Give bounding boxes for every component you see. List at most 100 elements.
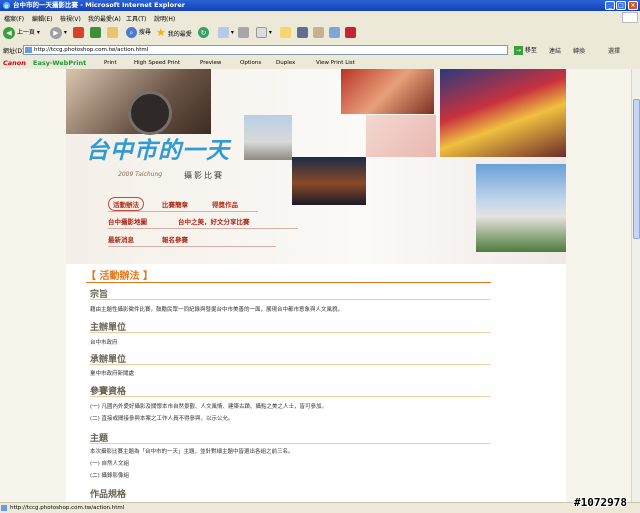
- nav-essay-contest[interactable]: 台中之美，好文分享比賽: [178, 216, 250, 226]
- print-option[interactable]: Print: [104, 60, 117, 66]
- bookmark-button[interactable]: [345, 26, 356, 40]
- back-button[interactable]: ◀ 上一頁 ▾: [3, 26, 40, 40]
- folder-icon: [280, 27, 291, 38]
- preview-option[interactable]: Preview: [200, 60, 221, 66]
- page-title: 【 活動辦法 】: [86, 271, 153, 282]
- refresh-button[interactable]: [90, 26, 101, 40]
- city-hall-image: [476, 164, 566, 252]
- nav-photo-map[interactable]: 台中攝影地圖: [108, 216, 147, 226]
- section-divider: [90, 443, 490, 444]
- tool-button[interactable]: [329, 26, 340, 40]
- canon-brand: Canon: [3, 59, 26, 67]
- night-pavilion-image: [292, 157, 366, 205]
- search-button[interactable]: ⌕ 搜尋: [126, 26, 151, 40]
- eligibility-line-2: (二) 直接或間接參與本案之工作人員不得參與，以示公允。: [90, 416, 234, 422]
- maximize-button[interactable]: □: [616, 1, 626, 10]
- scrollbar-thumb[interactable]: [633, 99, 640, 239]
- logo-subtitle: 攝影比賽: [184, 171, 224, 180]
- site-logo: 台中市的一天: [86, 137, 230, 164]
- print-button[interactable]: [238, 26, 249, 40]
- address-url: http://tccg.photoshop.com.tw/action.html: [34, 47, 149, 53]
- vertical-scrollbar[interactable]: [631, 69, 640, 502]
- back-arrow-icon: ◀: [3, 26, 15, 39]
- festival-dancers-image: [440, 69, 566, 157]
- nav-contest-brochure[interactable]: 比賽簡章: [162, 199, 188, 209]
- web-page: 台中市的一天 2009 Taichung 攝影比賽 活動辦法 比賽簡章 得獎作品…: [66, 69, 566, 502]
- theme-line-2: (一) 自然人文組: [90, 461, 130, 467]
- refresh-icon: [90, 27, 101, 38]
- star-icon: ★: [156, 26, 166, 39]
- theme-line-1: 本次攝影比賽主題為「台中市的一天」主題，並針對細主題中皆選出各組之前三名。: [90, 449, 294, 455]
- links-button[interactable]: 連結: [549, 46, 561, 55]
- discuss-button[interactable]: [280, 26, 291, 40]
- nav-activity-rules[interactable]: 活動辦法: [108, 197, 144, 211]
- nav-divider: [108, 211, 258, 212]
- section-divider: [90, 332, 490, 333]
- forward-arrow-icon: ▶: [50, 26, 62, 39]
- stop-icon: [73, 27, 84, 38]
- menu-view[interactable]: 檢視(V): [60, 14, 81, 23]
- nav-divider: [108, 246, 276, 247]
- home-button[interactable]: [107, 26, 118, 40]
- high-speed-print-option[interactable]: High Speed Print: [134, 60, 180, 66]
- go-button[interactable]: → 移至: [514, 45, 537, 55]
- print-icon: [238, 27, 249, 38]
- stop-button[interactable]: [73, 26, 84, 40]
- executor-text: 臺中市政府新聞處: [90, 371, 135, 377]
- svg-text:e: e: [4, 3, 8, 10]
- page-icon: [25, 47, 32, 53]
- easy-webprint-menu[interactable]: Easy-WebPrint: [33, 59, 86, 67]
- status-bar: http://tccg.photoshop.com.tw/action.html: [0, 502, 640, 513]
- window-title: 台中市的一天攝影比賽 - Microsoft Internet Explorer: [13, 1, 185, 9]
- windows-logo-icon: [622, 12, 638, 23]
- mail-icon: [218, 27, 229, 38]
- mail-button[interactable]: ▾: [218, 26, 234, 40]
- film-reel-image: [66, 69, 211, 135]
- history-icon: ↻: [198, 27, 209, 38]
- white-building-image: [244, 115, 292, 160]
- history-button[interactable]: ↻: [198, 26, 209, 40]
- purpose-text: 藉由主題性攝影徵件比賽，鼓勵民眾一同紀錄與發掘台中市美善的一面，展現台中都市意象…: [90, 307, 344, 313]
- window-titlebar: e 台中市的一天攝影比賽 - Microsoft Internet Explor…: [0, 0, 640, 11]
- translate-button[interactable]: 轉換: [573, 46, 585, 55]
- select-button[interactable]: 選擇: [608, 46, 620, 55]
- address-input[interactable]: http://tccg.photoshop.com.tw/action.html: [23, 45, 508, 55]
- pink-blossom-image: [366, 115, 436, 157]
- go-label: 移至: [524, 47, 537, 54]
- nav-latest-news[interactable]: 最新消息: [108, 234, 134, 244]
- menu-help[interactable]: 說明(H): [154, 14, 175, 23]
- research-icon: [313, 27, 324, 38]
- nav-winning-works[interactable]: 得獎作品: [212, 199, 238, 209]
- nav-divider: [108, 228, 298, 229]
- organizer-text: 台中市政府: [90, 340, 118, 346]
- menu-edit[interactable]: 編輯(E): [32, 14, 52, 23]
- view-print-list-option[interactable]: View Print List: [316, 60, 355, 66]
- bookmark-icon: [345, 27, 356, 38]
- duplex-option[interactable]: Duplex: [276, 60, 295, 66]
- close-button[interactable]: ×: [628, 1, 638, 10]
- section-divider: [90, 364, 490, 365]
- research-button[interactable]: [313, 26, 324, 40]
- favorites-button[interactable]: ★ 我的最愛: [156, 26, 192, 40]
- edit-button[interactable]: ▾: [256, 26, 272, 40]
- messenger-button[interactable]: [297, 26, 308, 40]
- word-icon: [256, 27, 267, 38]
- options-option[interactable]: Options: [240, 60, 261, 66]
- favorites-label: 我的最愛: [167, 31, 192, 38]
- watermark: #1072978: [574, 496, 627, 509]
- page-header: 台中市的一天 2009 Taichung 攝影比賽 活動辦法 比賽簡章 得獎作品…: [66, 69, 566, 264]
- menu-tools[interactable]: 工具(T): [126, 14, 146, 23]
- title-divider: [86, 282, 491, 283]
- eligibility-line-1: (一) 凡國內外愛好攝影及關懷本市自然景觀、人文風情、建築古蹟、攝點之美之人士，…: [90, 404, 328, 410]
- menu-favorites[interactable]: 我的最愛(A): [88, 14, 121, 23]
- back-label: 上一頁: [16, 29, 35, 36]
- tool-icon: [329, 27, 340, 38]
- browser-viewport: 台中市的一天 2009 Taichung 攝影比賽 活動辦法 比賽簡章 得獎作品…: [0, 69, 631, 502]
- minimize-button[interactable]: _: [605, 1, 615, 10]
- logo-year: 2009 Taichung: [118, 171, 163, 178]
- forward-button[interactable]: ▶ ▾: [50, 26, 67, 40]
- nav-register[interactable]: 報名參賽: [162, 234, 188, 244]
- search-icon: ⌕: [126, 27, 137, 38]
- search-label: 搜尋: [138, 29, 151, 36]
- menu-file[interactable]: 檔案(F): [4, 14, 24, 23]
